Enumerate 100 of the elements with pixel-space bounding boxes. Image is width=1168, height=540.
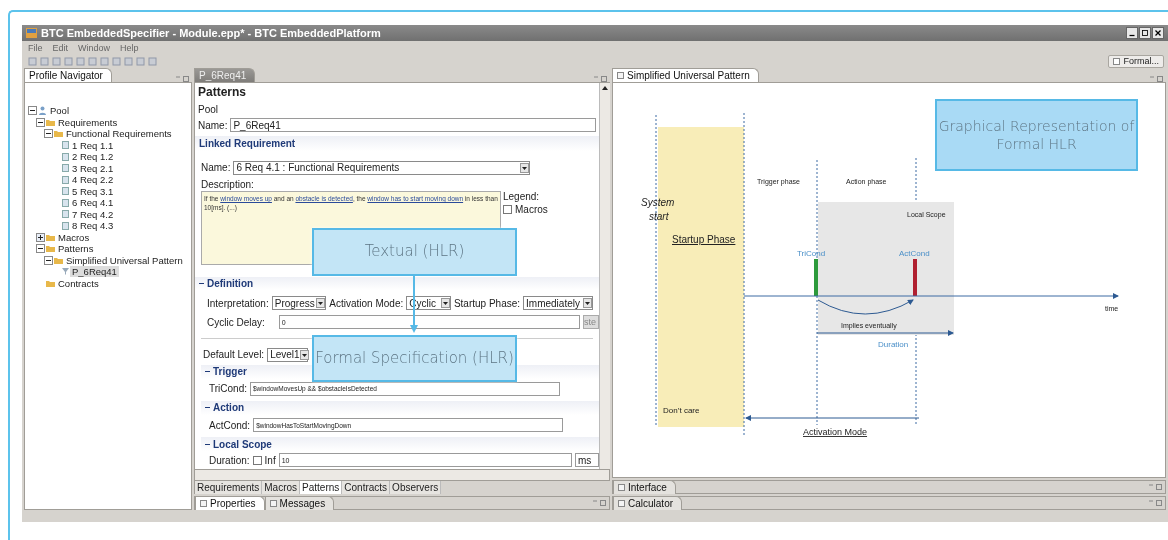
expand-toggle[interactable] — [36, 232, 45, 242]
expand-toggle[interactable] — [44, 129, 53, 139]
folder-icon — [46, 279, 55, 287]
section-title: Local Scope — [213, 438, 272, 450]
form-heading: Patterns — [197, 84, 248, 100]
dropdown-caret-icon — [316, 298, 326, 309]
expand-toggle[interactable] — [44, 255, 53, 265]
tree-item[interactable]: 7 Req 4.2 — [70, 208, 116, 220]
perspective-button[interactable]: Formal... — [1108, 54, 1164, 68]
field-label: Activation Mode: — [329, 297, 404, 309]
section-title: Linked Requirement — [199, 137, 296, 149]
person-icon — [38, 106, 47, 116]
unit-field[interactable]: ms — [575, 453, 599, 467]
checkbox-label: Inf — [264, 454, 276, 466]
tree-item[interactable]: 1 Req 1.1 — [70, 139, 116, 151]
tree-item[interactable]: 8 Req 4.3 — [70, 220, 116, 232]
menu-item[interactable]: Window — [78, 42, 111, 53]
section-toggle[interactable] — [205, 405, 210, 411]
dropdown[interactable]: Immediately — [523, 296, 593, 311]
field-label: Startup Phase: — [453, 297, 521, 309]
field-label: Description: — [201, 178, 254, 190]
maximize-icon[interactable] — [1139, 27, 1151, 39]
tree-item[interactable]: Functional Requirements — [64, 128, 174, 140]
dropdown-caret-icon — [583, 298, 592, 309]
minimize-maximize-icon[interactable] — [592, 500, 606, 506]
view-icon — [618, 484, 625, 491]
field-label: Cyclic Delay: — [207, 316, 265, 328]
callout: Textual (HLR) — [312, 228, 517, 276]
window-title: BTC EmbeddedSpecifier - Module.epp* - BTC EmbeddedPlatform — [41, 27, 382, 39]
tree-item[interactable]: Pool — [48, 105, 71, 117]
view-tab[interactable]: Interface — [613, 480, 676, 494]
dropdown-caret-icon — [299, 349, 309, 360]
level-dropdown[interactable]: Level1 — [267, 347, 309, 362]
tree-item[interactable]: Requirements — [56, 116, 120, 128]
close-icon[interactable] — [1152, 27, 1164, 39]
dropdown-caret-icon — [520, 162, 530, 173]
app-icon — [26, 28, 37, 38]
field-label: Name: — [198, 119, 228, 131]
tree-item[interactable]: Simplified Universal Pattern — [64, 254, 185, 266]
section-toggle[interactable] — [205, 369, 210, 375]
section-title: Definition — [207, 278, 254, 289]
tree-item[interactable]: 3 Req 2.1 — [70, 162, 116, 174]
view-tab[interactable]: Profile Navigator — [24, 68, 112, 82]
legend-item: Macros — [515, 203, 548, 215]
system-start-label: System start — [641, 197, 675, 222]
tree-item[interactable]: 6 Req 4.1 — [70, 197, 116, 209]
duration-label: Duration — [878, 340, 909, 349]
tree-item[interactable]: Contracts — [56, 277, 101, 289]
field-label: Duration: — [209, 454, 250, 466]
horizontal-scrollbar[interactable] — [194, 469, 610, 481]
dont-care-label: Don’t care — [663, 406, 700, 415]
tree-item[interactable]: 4 Req 2.2 — [70, 174, 116, 186]
field-label: TriCond: — [209, 383, 247, 395]
tree-item[interactable]: 2 Req 1.2 — [70, 151, 116, 163]
action-condition-label: ActCond — [899, 249, 930, 258]
vertical-scrollbar[interactable] — [599, 83, 610, 469]
view-icon — [200, 500, 207, 507]
requirement-dropdown[interactable]: 6 Req 4.1 : Functional Requirements — [233, 160, 531, 175]
field-label: Interpretation: — [207, 297, 269, 309]
callout: Formal Specification (HLR) — [312, 335, 517, 382]
window-icon — [1113, 57, 1121, 65]
tree-item[interactable]: Macros — [56, 231, 92, 243]
section-title: Action — [213, 402, 245, 414]
field-label: Name: — [201, 162, 231, 174]
page-tab[interactable]: Patterns — [300, 481, 343, 494]
view-tab[interactable]: Simplified Universal Pattern — [612, 68, 759, 82]
minimize-maximize-icon[interactable] — [1148, 484, 1162, 490]
view-tab[interactable]: Calculator — [613, 496, 683, 510]
menu-item[interactable]: Help — [120, 42, 139, 53]
minimize-maximize-icon[interactable] — [1149, 76, 1163, 82]
page-tab[interactable]: Observers — [390, 481, 442, 494]
view-tab[interactable]: Messages — [264, 496, 335, 510]
minimize-maximize-icon[interactable] — [1148, 500, 1162, 506]
dropdown-caret-icon — [440, 298, 450, 309]
trigger-condition-label: TriCond — [797, 249, 826, 258]
minimize-maximize-icon[interactable] — [175, 76, 189, 82]
checkbox[interactable] — [503, 204, 512, 214]
page-tab[interactable]: Contracts — [342, 481, 391, 494]
dropdown[interactable]: Progress — [271, 296, 327, 311]
expand-toggle[interactable] — [36, 244, 45, 254]
page-tab[interactable]: Requirements — [195, 481, 263, 494]
page-tab[interactable]: Macros — [262, 481, 301, 494]
section-toggle[interactable] — [199, 281, 204, 286]
checkbox[interactable] — [252, 455, 262, 465]
name-field[interactable]: P_6Req41 — [230, 118, 596, 132]
breadcrumb: Pool — [197, 103, 219, 117]
action-bar — [913, 259, 917, 296]
tree-item[interactable]: P_6Req41 — [70, 266, 119, 278]
section-title: Trigger — [213, 366, 247, 378]
activation-mode-label: Activation Mode — [803, 427, 868, 437]
tree-item[interactable]: 5 Req 3.1 — [70, 185, 116, 197]
expand-toggle[interactable] — [28, 106, 37, 116]
view-tab[interactable]: Properties — [195, 496, 265, 510]
menu-item[interactable]: Edit — [52, 42, 69, 53]
view-icon — [617, 72, 624, 79]
section-toggle[interactable] — [205, 441, 210, 447]
tree-item[interactable]: Patterns — [56, 243, 96, 255]
menu-item[interactable]: File — [28, 42, 43, 53]
expand-toggle[interactable] — [36, 117, 45, 127]
minimize-icon[interactable] — [1126, 27, 1138, 39]
